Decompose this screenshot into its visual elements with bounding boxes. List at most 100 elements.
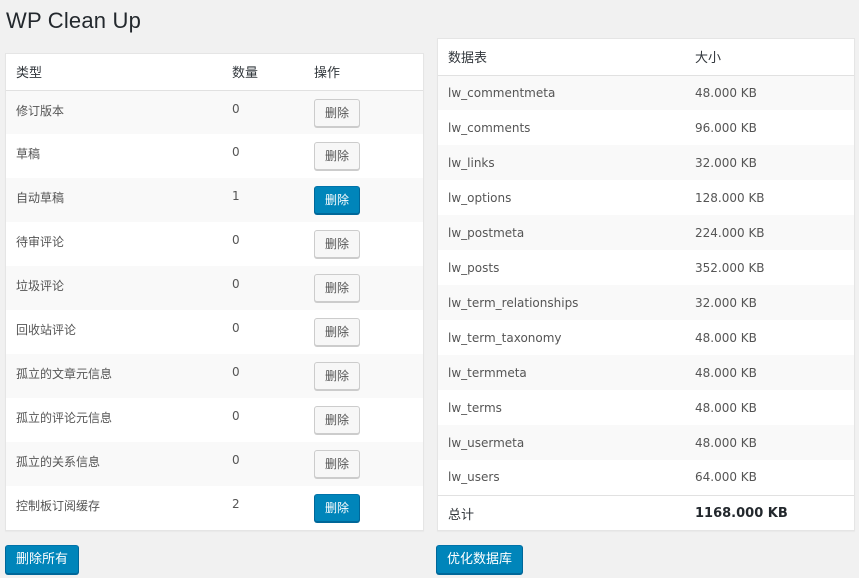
db-table-name: lw_term_taxonomy	[448, 330, 562, 345]
db-table-name: lw_options	[448, 190, 512, 205]
cleanup-type: 孤立的关系信息	[16, 455, 101, 469]
db-table-size: 48.000 KB	[695, 330, 757, 345]
total-size: 1168.000 KB	[695, 505, 788, 521]
cleanup-row: 孤立的文章元信息 0 删除	[6, 354, 423, 398]
db-table-size: 64.000 KB	[695, 470, 757, 485]
db-table-row: lw_comments 96.000 KB	[438, 110, 854, 145]
header-table-size: 大小	[695, 51, 722, 67]
db-table-name: lw_posts	[448, 260, 500, 275]
delete-button[interactable]: 删除	[314, 186, 361, 214]
cleanup-type: 修订版本	[16, 103, 65, 118]
delete-button[interactable]: 删除	[314, 318, 361, 346]
cleanup-row: 孤立的评论元信息 0 删除	[6, 398, 423, 442]
optimize-database-button[interactable]: 优化数据库	[436, 545, 524, 574]
cleanup-action-cell: 删除	[304, 266, 423, 310]
cleanup-count: 0	[232, 365, 240, 379]
cleanup-row: 自动草稿 1 删除	[6, 178, 423, 222]
cleanup-count: 0	[232, 277, 240, 291]
cleanup-row: 孤立的关系信息 0 删除	[6, 442, 423, 486]
db-table-size: 48.000 KB	[695, 365, 757, 380]
cleanup-count: 2	[232, 497, 240, 511]
db-table-row: lw_options 128.000 KB	[438, 180, 854, 215]
cleanup-action-cell: 删除	[304, 486, 423, 530]
cleanup-count: 0	[232, 321, 240, 335]
header-action: 操作	[314, 66, 341, 82]
delete-button[interactable]: 删除	[314, 274, 361, 302]
db-table-row: lw_termmeta 48.000 KB	[438, 355, 854, 390]
cleanup-row: 回收站评论 0 删除	[6, 310, 423, 354]
db-table-size: 224.000 KB	[695, 225, 765, 240]
delete-button[interactable]: 删除	[314, 362, 361, 390]
delete-button[interactable]: 删除	[314, 494, 361, 522]
cleanup-count: 0	[232, 453, 240, 467]
db-tables-table: 数据表 大小 lw_commentmeta 48.000 KB lw_comment…	[438, 39, 854, 531]
total-row: 总计 1168.000 KB	[438, 495, 854, 531]
cleanup-header-row: 类型 数量 操作	[6, 54, 423, 90]
total-label: 总计	[448, 507, 475, 523]
cleanup-action-cell: 删除	[304, 134, 423, 178]
db-table-size: 352.000 KB	[695, 260, 765, 275]
tables-header-row: 数据表 大小	[438, 39, 854, 75]
cleanup-table: 类型 数量 操作 修订版本 0 删除 草稿 0 删除 自动草稿 1 删除 待审评论 0 删除 垃圾评论 0…	[6, 54, 423, 530]
db-table-row: lw_commentmeta 48.000 KB	[438, 75, 854, 110]
db-table-name: lw_term_relationships	[448, 295, 579, 310]
cleanup-action-cell: 删除	[304, 442, 423, 486]
db-table-size: 48.000 KB	[695, 85, 757, 100]
db-table-row: lw_posts 352.000 KB	[438, 250, 854, 285]
tables-panel: 数据表 大小 lw_commentmeta 48.000 KB lw_comment…	[437, 38, 855, 531]
header-count: 数量	[232, 66, 259, 82]
cleanup-type: 待审评论	[16, 235, 65, 249]
cleanup-action-cell: 删除	[304, 178, 423, 222]
db-table-size: 48.000 KB	[695, 400, 757, 415]
cleanup-type: 自动草稿	[16, 191, 65, 205]
db-table-row: lw_term_relationships 32.000 KB	[438, 285, 854, 320]
db-table-row: lw_terms 48.000 KB	[438, 390, 854, 425]
db-table-row: lw_usermeta 48.000 KB	[438, 425, 854, 460]
delete-button[interactable]: 删除	[314, 406, 361, 434]
db-table-row: lw_users 64.000 KB	[438, 460, 854, 495]
cleanup-action-cell: 删除	[304, 398, 423, 442]
cleanup-panel: 类型 数量 操作 修订版本 0 删除 草稿 0 删除 自动草稿 1 删除 待审评论 0 删除 垃圾评论 0…	[5, 53, 424, 531]
cleanup-type: 控制板订阅缓存	[16, 499, 101, 513]
cleanup-action-cell: 删除	[304, 310, 423, 354]
cleanup-action-cell: 删除	[304, 354, 423, 398]
cleanup-row: 控制板订阅缓存 2 删除	[6, 486, 423, 530]
cleanup-row: 待审评论 0 删除	[6, 222, 423, 266]
delete-all-button[interactable]: 删除所有	[5, 545, 80, 574]
db-table-size: 48.000 KB	[695, 435, 757, 450]
db-table-row: lw_postmeta 224.000 KB	[438, 215, 854, 250]
cleanup-row: 草稿 0 删除	[6, 134, 423, 178]
db-table-row: lw_links 32.000 KB	[438, 145, 854, 180]
delete-button[interactable]: 删除	[314, 230, 361, 258]
db-table-size: 128.000 KB	[695, 190, 765, 205]
db-table-size: 32.000 KB	[695, 155, 757, 170]
cleanup-type: 回收站评论	[16, 323, 77, 337]
delete-button[interactable]: 删除	[314, 98, 361, 127]
cleanup-type: 草稿	[16, 147, 41, 161]
db-table-row: lw_term_taxonomy 48.000 KB	[438, 320, 854, 355]
delete-button[interactable]: 删除	[314, 142, 361, 170]
cleanup-row: 垃圾评论 0 删除	[6, 266, 423, 310]
header-table-name: 数据表	[448, 51, 488, 67]
header-type: 类型	[16, 66, 43, 82]
cleanup-type: 孤立的文章元信息	[16, 367, 113, 381]
cleanup-type: 孤立的评论元信息	[16, 411, 113, 425]
db-table-name: lw_usermeta	[448, 435, 525, 450]
cleanup-count: 0	[232, 409, 240, 423]
db-table-name: lw_postmeta	[448, 225, 525, 240]
cleanup-count: 1	[232, 189, 240, 203]
cleanup-action-cell: 删除	[304, 90, 423, 134]
db-table-name: lw_terms	[448, 400, 502, 415]
db-table-name: lw_comments	[448, 120, 531, 135]
db-table-size: 96.000 KB	[695, 120, 757, 135]
db-table-name: lw_commentmeta	[448, 85, 556, 100]
db-table-name: lw_termmeta	[448, 365, 527, 380]
cleanup-action-cell: 删除	[304, 222, 423, 266]
cleanup-row: 修订版本 0 删除	[6, 90, 423, 134]
cleanup-count: 0	[232, 145, 240, 159]
delete-button[interactable]: 删除	[314, 450, 361, 478]
cleanup-count: 0	[232, 233, 240, 247]
cleanup-count: 0	[232, 101, 240, 116]
page-title: WP Clean Up	[6, 8, 142, 33]
db-table-name: lw_links	[448, 155, 495, 170]
